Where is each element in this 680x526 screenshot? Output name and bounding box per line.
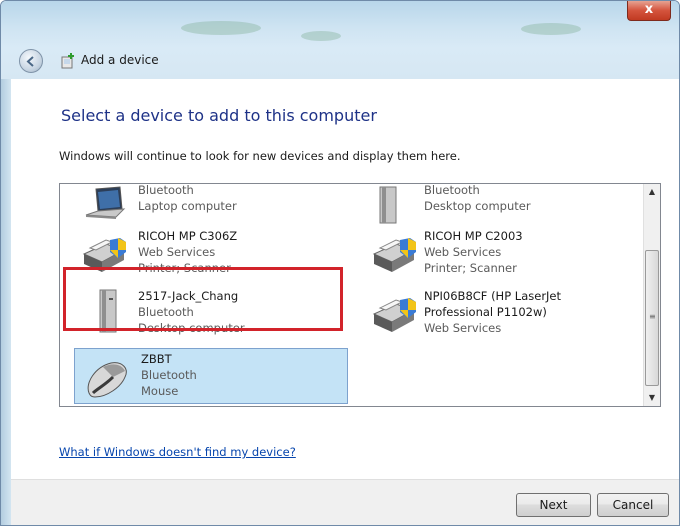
vertical-scrollbar[interactable]: ▲ ≡ ▼ [643,184,660,406]
content-area: Select a device to add to this computer … [11,79,679,479]
device-tile[interactable]: 2517-Jack_Chang Bluetooth Desktop comput… [70,288,347,340]
printer-shield-icon [372,298,416,332]
device-line: Bluetooth [138,305,194,319]
device-tile[interactable]: Bluetooth Desktop computer [360,183,637,224]
window-title-bar [1,1,679,79]
printer-shield-icon [372,238,416,272]
device-line: Bluetooth [141,368,197,382]
window-left-border [1,79,11,525]
scrollbar-thumb[interactable]: ≡ [645,250,659,386]
cancel-button[interactable]: Cancel [597,493,669,517]
printer-shield-icon [82,238,126,272]
device-list[interactable]: Bluetooth Laptop computer Bluetooth Desk… [59,183,661,407]
scroll-down-icon[interactable]: ▼ [644,390,660,406]
footer-bar: Next Cancel [11,479,679,525]
device-name: 2517-Jack_Chang [138,289,239,303]
page-title: Select a device to add to this computer [61,106,377,125]
device-line: Bluetooth [424,183,480,197]
device-name: RICOH MP C2003 [424,229,523,243]
next-button[interactable]: Next [516,493,591,517]
scroll-up-icon[interactable]: ▲ [644,184,660,200]
device-name-continued: Professional P1102w) [424,305,547,319]
device-line: Printer; Scanner [138,261,231,275]
device-tile-selected[interactable]: ZBBT Bluetooth Mouse [74,348,348,404]
grip-icon: ≡ [649,312,656,321]
device-name: ZBBT [141,352,172,366]
close-button[interactable]: x [627,1,671,21]
close-icon: x [644,2,654,17]
device-line: Printer; Scanner [424,261,517,275]
device-line: Desktop computer [138,321,245,335]
mouse-icon [87,362,127,398]
device-tile[interactable]: NPI06B8CF (HP LaserJet Professional P110… [360,288,637,340]
desktop-tower-icon [379,186,397,224]
device-line: Laptop computer [138,199,237,213]
device-tile[interactable]: RICOH MP C2003 Web Services Printer; Sca… [360,228,637,280]
page-subtitle: Windows will continue to look for new de… [59,149,461,163]
device-name: RICOH MP C306Z [138,229,238,243]
device-line: Bluetooth [138,183,194,197]
device-line: Web Services [138,245,216,259]
help-link[interactable]: What if Windows doesn't find my device? [59,445,296,459]
device-line: Web Services [424,321,502,335]
device-name: NPI06B8CF (HP LaserJet [424,289,562,303]
add-device-icon [61,53,74,69]
back-arrow-icon [26,56,34,67]
device-line: Mouse [141,384,179,398]
back-button[interactable] [19,49,43,73]
device-line: Desktop computer [424,199,531,213]
device-line: Web Services [424,245,502,259]
device-tile[interactable]: Bluetooth Laptop computer [70,183,347,222]
laptop-icon [85,186,126,219]
desktop-tower-icon [99,289,117,333]
device-tile[interactable]: RICOH MP C306Z Web Services Printer; Sca… [70,228,347,280]
window-title: Add a device [81,53,159,67]
add-device-window: x Add a device Select a device to add to… [0,0,680,526]
